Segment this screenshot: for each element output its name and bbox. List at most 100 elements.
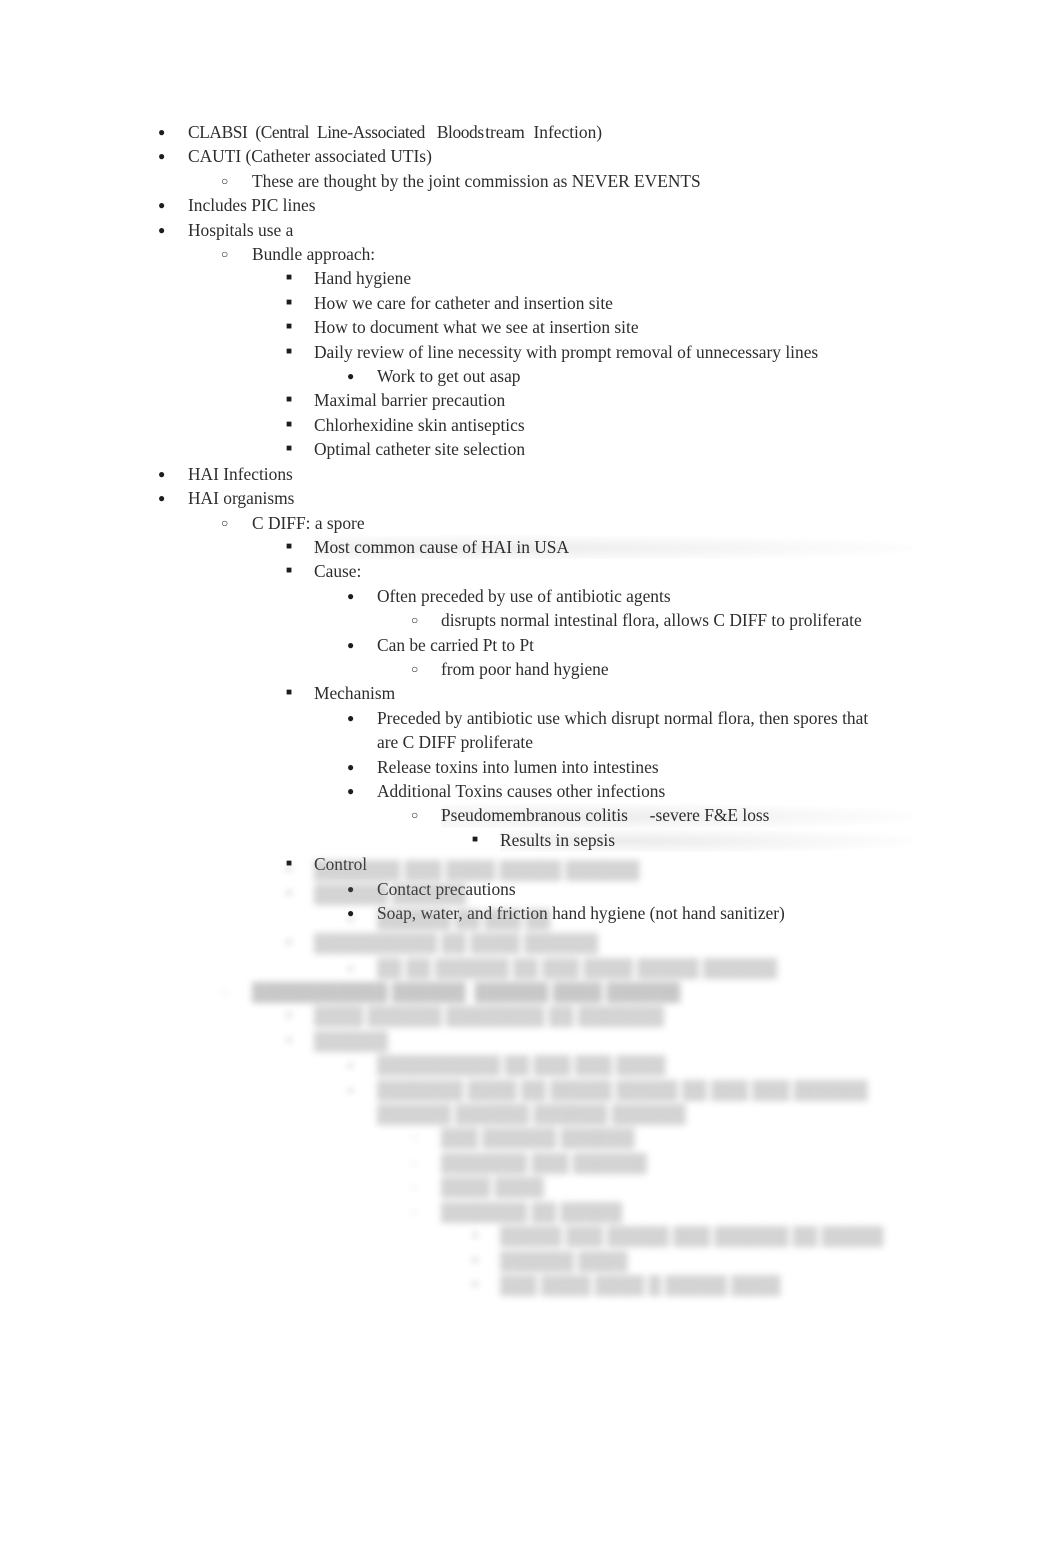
- outline-item-text: Optimal catheter site selection: [314, 439, 526, 460]
- outline-item-text: ████ ████: [441, 1177, 544, 1198]
- outline-item: ○ Bundle approach:: [0, 242, 1062, 266]
- outline-item: ● HAI organisms: [0, 486, 1062, 510]
- outline-item: ● Hospitals use a: [0, 218, 1062, 242]
- bullet-level-2-icon: ○: [221, 247, 229, 262]
- bullet-level-2-icon: ○: [221, 985, 229, 1000]
- outline-item: ■ Control: [0, 852, 1062, 876]
- outline-item: ○ from poor hand hygiene: [0, 657, 1062, 681]
- bullet-level-3-icon: ■: [286, 296, 293, 308]
- bullet-level-3-icon: ■: [286, 443, 293, 455]
- bullet-level-5-icon: ○: [411, 661, 419, 676]
- outline-item-text: ███████ ██ █████: [441, 1201, 623, 1222]
- outline-item: ● Work to get out asap: [0, 364, 1062, 388]
- obscured-outline-item: ● ██████████ ██ ███ ███ ████: [0, 1053, 1062, 1077]
- outline-item: ● Soap, water, and friction hand hygiene …: [0, 901, 1062, 925]
- outline-item-text: ████ ██████ ████████ ██ ███████: [314, 1006, 665, 1027]
- bullet-level-4-icon: ●: [347, 960, 355, 975]
- outline-item-text: ███████ ███ ██████: [441, 1152, 647, 1173]
- outline-item: ● Preceded by antibiotic use which disrup…: [0, 706, 1062, 755]
- outline-item-text: How we care for catheter and insertion s…: [314, 292, 613, 313]
- bullet-level-3-icon: ■: [286, 540, 293, 552]
- document-page: ● CLABSI (Central Line-Associated Bloodst…: [0, 0, 1062, 1561]
- outline-item: ● Contact precautions: [0, 877, 1062, 901]
- outline-item: ■ Maximal barrier precaution: [0, 388, 1062, 412]
- outline-item-text: Pseudomembranous colitis -severe F&E los…: [441, 803, 912, 828]
- outline-item-text: How to document what we see at insertion…: [314, 317, 639, 338]
- outline-item-text: ███ ██████ ██████: [441, 1128, 635, 1149]
- obscured-outline-item: ○ ███ ██████ ██████: [0, 1126, 1062, 1150]
- outline-item-text: Control: [314, 854, 368, 875]
- outline-item-text: Bundle approach:: [252, 244, 376, 265]
- bullet-level-5-icon: ○: [411, 1180, 419, 1195]
- bullet-level-1-icon: ●: [158, 198, 166, 213]
- outline-item-text: ███ ████ ████ █ █████ ████: [500, 1274, 781, 1295]
- bullet-level-3-icon: ■: [286, 1010, 293, 1022]
- outline-item: ■ Most common cause of HAI in USA: [0, 534, 1062, 560]
- bullet-level-2-icon: ○: [221, 173, 229, 188]
- bullet-level-3-icon: ■: [286, 687, 293, 699]
- outline-item-text: ██████████ ██ ███ ███ ████: [377, 1055, 666, 1076]
- bullet-level-1-icon: ●: [158, 466, 166, 481]
- outline-item-text: CAUTI (Catheter associated UTIs): [188, 146, 432, 167]
- bullet-level-3-icon: ■: [286, 1034, 293, 1046]
- outline-item: ○ disrupts normal intestinal flora, allow…: [0, 608, 1062, 632]
- outline-item-text: ███████ ████ ██ █████ █████ ██ ███ ███ █…: [377, 1079, 873, 1125]
- outline-item-text: These are thought by the joint commissio…: [252, 170, 701, 191]
- outline-item: ■ Optimal catheter site selection: [0, 437, 1062, 461]
- bullet-level-1-icon: ●: [158, 125, 166, 139]
- outline-item: ■ How to document what we see at insertio…: [0, 315, 1062, 339]
- bullet-level-3-icon: ■: [286, 937, 293, 949]
- outline-text-segment: tream Infection): [485, 122, 603, 142]
- outline-item: ● Includes PIC lines: [0, 193, 1062, 217]
- outline-item: ■ Mechanism: [0, 681, 1062, 705]
- bullet-level-3-icon: ■: [286, 418, 293, 430]
- outline-item-text: Results in sepsis: [500, 827, 912, 853]
- bullet-level-3-icon: ■: [286, 565, 293, 577]
- bullet-level-3-icon: ■: [286, 272, 293, 284]
- outline-item-text: Contact precautions: [377, 878, 516, 899]
- obscured-outline-item: ■ ███ ████ ████ █ █████ ████: [0, 1273, 1062, 1297]
- outline-item-text: Additional Toxins causes other infection…: [377, 780, 666, 801]
- bullet-level-5-icon: ○: [411, 613, 419, 628]
- outline-item-text: from poor hand hygiene: [441, 658, 609, 679]
- obscured-outline-item: ● ██ ██ ██████ ██ ███ ████ █████ ██████: [0, 956, 1062, 980]
- obscured-outline-item: ○ ███████ ███ ██████: [0, 1151, 1062, 1175]
- obscured-outline-item: ○ ███████ ██ █████: [0, 1200, 1062, 1224]
- bullet-level-5-icon: ○: [411, 1131, 419, 1146]
- outline-list: ● CLABSI (Central Line-Associated Bloodst…: [0, 120, 1062, 925]
- outline-item: ■ Daily review of line necessity with pro…: [0, 340, 1062, 364]
- obscured-outline-item: ○ ███████████ ██████ ██████ ████ ██████: [0, 980, 1062, 1004]
- obscured-outline-item: ■ ██████ ████: [0, 1249, 1062, 1273]
- outline-item-text: CLABSI (Central Line-Associated Bloodstr…: [188, 120, 912, 144]
- bullet-level-3-icon: ■: [286, 345, 293, 357]
- bullet-level-1-icon: ●: [158, 222, 166, 237]
- outline-item-text: Soap, water, and friction hand hygiene (…: [377, 903, 785, 923]
- bullet-level-4-icon: ●: [347, 637, 355, 652]
- outline-text-segment: CLABSI (Central Line-Associated Blood: [188, 122, 478, 142]
- outline-item: ■ How we care for catheter and insertion …: [0, 291, 1062, 315]
- outline-item-text: ██████: [314, 1030, 388, 1051]
- outline-item-text: C DIFF: a spore: [252, 512, 365, 533]
- bullet-level-2-icon: ○: [221, 515, 229, 530]
- outline-item-text: Work to get out asap: [377, 366, 521, 387]
- bullet-level-4-icon: ●: [347, 369, 355, 384]
- outline-item-text: Maximal barrier precaution: [314, 390, 506, 411]
- outline-item-text: Release toxins into lumen into intestine…: [377, 756, 659, 777]
- outline-item: ○ These are thought by the joint commissi…: [0, 169, 1062, 193]
- outline-item: ● Can be carried Pt to Pt: [0, 633, 1062, 657]
- bullet-level-1-icon: ●: [158, 491, 166, 506]
- outline-item: ● Release toxins into lumen into intestin…: [0, 755, 1062, 779]
- outline-item-text: █████ ███ █████ ███ ██████ ██ █████: [500, 1226, 884, 1247]
- bullet-level-4-icon: ●: [347, 783, 355, 798]
- bullet-level-4-icon: ●: [347, 759, 355, 774]
- outline-item-text: Preceded by antibiotic use which disrupt…: [377, 707, 873, 753]
- obscured-outline-item: ■ ██████: [0, 1029, 1062, 1053]
- outline-item-text: Chlorhexidine skin antiseptics: [314, 414, 525, 435]
- bullet-level-6-icon: ■: [472, 1278, 479, 1290]
- outline-item-text: ███████████ ██████ ██████ ████ ██████: [252, 982, 681, 1003]
- bullet-level-6-icon: ■: [472, 1230, 479, 1242]
- outline-item-text: disrupts normal intestinal flora, allows…: [441, 610, 862, 631]
- obscured-outline-item: ○ ████ ████: [0, 1175, 1062, 1199]
- outline-item-text: ██████ ████: [500, 1250, 628, 1271]
- bullet-level-4-icon: ●: [347, 1058, 355, 1073]
